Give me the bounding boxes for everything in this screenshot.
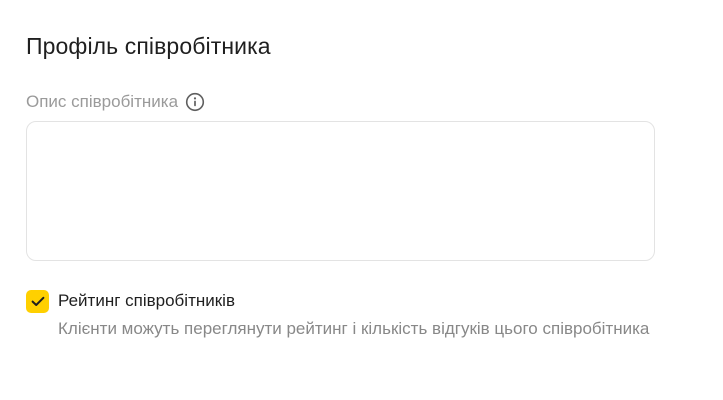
info-icon[interactable] — [185, 92, 205, 112]
description-textarea[interactable] — [26, 121, 655, 261]
rating-checkbox-description: Клієнти можуть переглянути рейтинг і кіл… — [58, 319, 650, 338]
rating-option-text: Рейтинг співробітників Клієнти можуть пе… — [58, 289, 658, 341]
description-label-row: Опис співробітника — [26, 91, 205, 113]
employee-profile-section: Профіль співробітника Опис співробітника… — [0, 0, 723, 400]
rating-checkbox[interactable] — [26, 290, 49, 313]
rating-checkbox-label[interactable]: Рейтинг співробітників — [58, 289, 658, 313]
checkmark-icon — [31, 296, 44, 306]
description-label: Опис співробітника — [26, 92, 179, 111]
section-title: Профіль співробітника — [26, 33, 271, 59]
rating-option: Рейтинг співробітників Клієнти можуть пе… — [26, 289, 658, 341]
